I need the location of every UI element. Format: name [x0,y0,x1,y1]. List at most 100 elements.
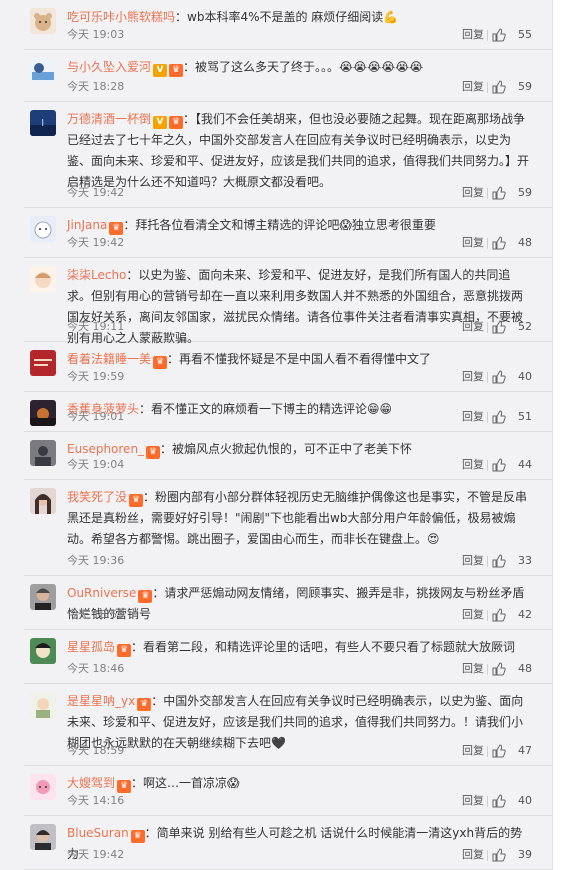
reply-button[interactable]: 回复 [462,660,484,678]
reply-button[interactable]: 回复 [462,318,484,336]
timestamp: 今天 18:59 [67,744,125,757]
reply-button[interactable]: 回复 [462,606,484,624]
username-link[interactable]: 星星孤岛 [67,640,115,654]
comment-meta: 今天 19:59 回复 40 [67,368,532,386]
username-link[interactable]: 看着法籍睡一美 [67,352,151,366]
username-link[interactable]: 吃可乐咔小熊软糕吗 [67,10,175,24]
thumbs-up-icon [492,744,506,764]
divider [487,796,488,807]
reply-button[interactable]: 回复 [462,368,484,386]
avatar[interactable] [30,440,56,466]
avatar[interactable] [30,692,56,718]
reply-button[interactable]: 回复 [462,78,484,96]
comment-item: 与小久坠入爱河 V ♛ ：被骂了这么多天了终于。。。😭😭😭😭😭😭 今天 18:28 回复 5… [24,50,552,102]
avatar[interactable] [30,638,56,664]
avatar-image [30,824,56,850]
comment-content: 看着法籍睡一美 ♛ ：再看不懂我怀疑是不是中国人看不看得懂中文了 [67,349,532,370]
comment-text: ：被骂了这么多天了终于。。。 [183,60,340,74]
like-count: 48 [518,236,532,249]
like-count: 55 [518,28,532,41]
like-button[interactable]: 55 [492,26,532,44]
reply-button[interactable]: 回复 [462,408,484,426]
comment-meta: 今天 19:36 回复 33 [67,552,532,570]
comment-meta: 今天 19:42 回复 48 [67,234,532,252]
avatar[interactable] [30,488,56,514]
like-count: 33 [518,554,532,567]
comment-meta: 今天 18:53 回复 42 [67,606,532,624]
like-button[interactable]: 52 [492,318,532,336]
like-button[interactable]: 40 [492,368,532,386]
reply-button[interactable]: 回复 [462,552,484,570]
like-button[interactable]: 47 [492,742,532,760]
avatar[interactable] [30,824,56,850]
thumbs-up-icon [492,554,506,574]
like-count: 47 [518,744,532,757]
like-button[interactable]: 39 [492,846,532,864]
like-button[interactable]: 51 [492,408,532,426]
avatar[interactable] [30,266,56,292]
like-count: 59 [518,186,532,199]
timestamp: 今天 18:53 [67,608,125,621]
username-link[interactable]: 是星星呐_yx [67,694,135,708]
divider [487,238,488,249]
reply-button[interactable]: 回复 [462,26,484,44]
reply-button[interactable]: 回复 [462,234,484,252]
like-button[interactable]: 42 [492,606,532,624]
timestamp: 今天 19:36 [67,554,125,567]
username-link[interactable]: 柒柒Lecho [67,268,126,282]
username-link[interactable]: 与小久坠入爱河 [67,60,151,74]
scrollbar[interactable] [552,0,564,870]
comment-meta: 今天 19:42 回复 59 [67,184,532,202]
timestamp: 今天 19:59 [67,370,125,383]
emoji-icon: 😍 [427,532,440,546]
like-count: 39 [518,848,532,861]
vip-badge-icon: ♛ [137,698,152,711]
reply-button[interactable]: 回复 [462,792,484,810]
like-count: 40 [518,794,532,807]
like-button[interactable]: 40 [492,792,532,810]
like-button[interactable]: 48 [492,234,532,252]
username-link[interactable]: 大嫂驾到 [67,776,115,790]
username-link[interactable]: JinJana [67,218,107,232]
username-link[interactable]: BlueSuran [67,826,129,840]
like-count: 42 [518,608,532,621]
reply-button[interactable]: 回复 [462,846,484,864]
like-button[interactable]: 33 [492,552,532,570]
avatar[interactable] [30,110,56,136]
comment-content: JinJana ♛ ：拜托各位看清全文和博主精选的评论吧😱独立思考很重要 [67,215,532,236]
comment-text: ：看看第二段，和精选评论里的话吧，有些人不要只看了标题就大放厥词 [131,640,516,654]
vip-badge-icon: ♛ [130,830,145,843]
avatar[interactable] [30,400,56,426]
emoji-icon: 😱 [227,776,240,790]
avatar[interactable] [30,350,56,376]
comment-list: 吃可乐咔小熊软糕吗：wb本科率4%不是盖的 麻烦仔细阅读💪 今天 19:03 回复 5… [24,0,552,870]
avatar[interactable] [30,774,56,800]
like-button[interactable]: 59 [492,78,532,96]
username-link[interactable]: Eusephoren_ [67,442,144,456]
avatar-image [30,110,56,136]
divider [487,188,488,199]
like-button[interactable]: 59 [492,184,532,202]
like-button[interactable]: 48 [492,660,532,678]
avatar[interactable] [30,584,56,610]
reply-button[interactable]: 回复 [462,742,484,760]
like-button[interactable]: 44 [492,456,532,474]
thumbs-up-icon [492,410,506,430]
timestamp: 今天 19:03 [67,28,125,41]
comment-text: ：拜托各位看清全文和博主精选的评论吧😱独立思考很重要 [123,218,436,232]
avatar-image [30,8,56,34]
username-link[interactable]: 我笑死了没 [67,490,127,504]
username-link[interactable]: OuRniverse [67,586,136,600]
avatar[interactable] [30,216,56,242]
comment-item: 吃可乐咔小熊软糕吗：wb本科率4%不是盖的 麻烦仔细阅读💪 今天 19:03 回复 5… [24,0,552,50]
reply-button[interactable]: 回复 [462,184,484,202]
divider [487,82,488,93]
reply-button[interactable]: 回复 [462,456,484,474]
username-link[interactable]: 万德清酒一杯倒 [67,112,151,126]
divider [487,322,488,333]
thumbs-up-icon [492,662,506,682]
avatar[interactable] [30,8,56,34]
comment-item: BlueSuran ♛ ：简单来说 别给有些人可趁之机 话说什么时候能清一清这yxh… [24,816,552,870]
divider [487,460,488,471]
avatar[interactable] [30,58,56,84]
